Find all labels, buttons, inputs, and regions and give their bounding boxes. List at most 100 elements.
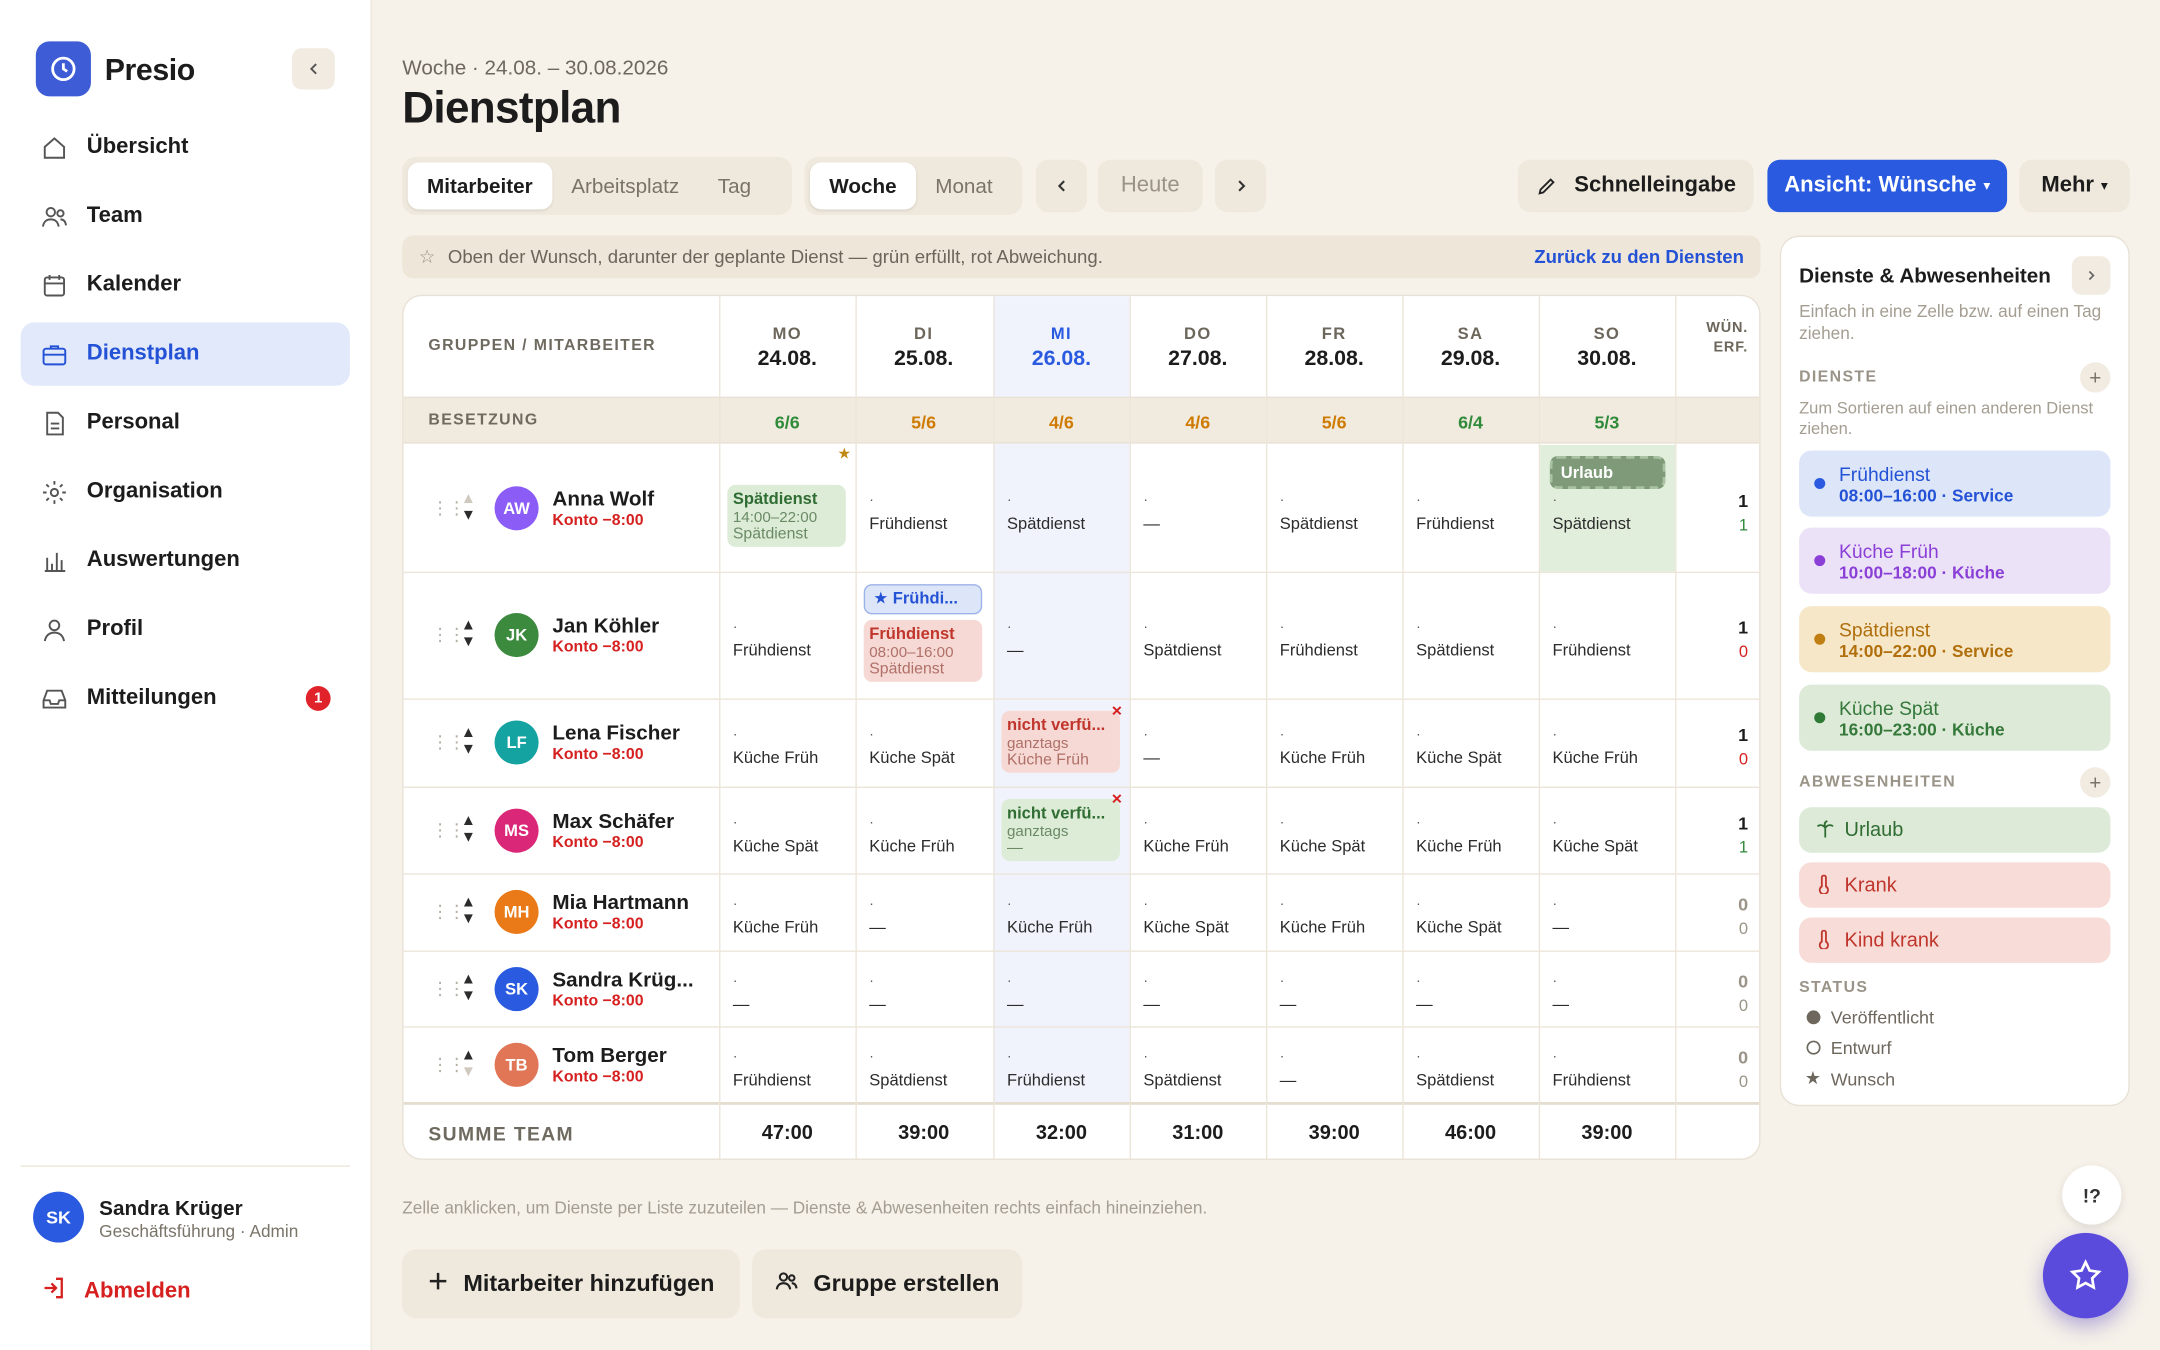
- day-header[interactable]: FR 28.08.: [1266, 296, 1402, 397]
- move-up-icon[interactable]: ▲: [459, 490, 478, 507]
- shift-cell[interactable]: · Frühdienst: [1402, 493, 1538, 532]
- sidebar-item-personal[interactable]: Personal: [21, 391, 350, 454]
- employee-name[interactable]: Mia Hartmann: [552, 891, 689, 914]
- add-employee-button[interactable]: Mitarbeiter hinzufügen: [402, 1249, 740, 1319]
- move-down-icon[interactable]: ▼: [459, 911, 478, 928]
- sidebar-item-organisation[interactable]: Organisation: [21, 460, 350, 523]
- shift-cell[interactable]: · Frühdienst: [1539, 621, 1675, 660]
- shift-cell[interactable]: · Küche Früh: [719, 728, 855, 767]
- sidebar-item-kalender[interactable]: Kalender: [21, 253, 350, 316]
- shift-cell[interactable]: · Spätdienst: [1539, 493, 1675, 532]
- move-up-icon[interactable]: ▲: [459, 970, 478, 987]
- avatar[interactable]: SK: [494, 966, 539, 1011]
- shift-cell[interactable]: · Frühdienst: [1266, 621, 1402, 660]
- add-absence-button[interactable]: +: [2080, 767, 2111, 798]
- day-header[interactable]: DO 27.08.: [1130, 296, 1266, 397]
- wish-pill[interactable]: nicht verfü... ganztags Küche Früh: [1001, 710, 1120, 773]
- move-up-icon[interactable]: ▲: [459, 812, 478, 829]
- previous-week-button[interactable]: [1035, 159, 1087, 213]
- shift-cell[interactable]: · —: [855, 897, 991, 936]
- shift-cell[interactable]: · Küche Früh: [1266, 728, 1402, 767]
- tab-tag[interactable]: Tag: [699, 163, 771, 210]
- shift-cell[interactable]: · —: [1402, 974, 1538, 1013]
- shift-cell[interactable]: · —: [993, 621, 1129, 660]
- shift-cell[interactable]: · Küche Spät: [1266, 816, 1402, 855]
- shift-cell[interactable]: · —: [1266, 1050, 1402, 1089]
- shift-cell[interactable]: · Frühdienst: [719, 621, 855, 660]
- next-week-button[interactable]: [1215, 159, 1266, 213]
- shift-cell[interactable]: · Spätdienst: [1266, 493, 1402, 532]
- shift-cell[interactable]: · Küche Spät: [719, 816, 855, 855]
- shift-cell[interactable]: · Küche Spät: [1130, 897, 1266, 936]
- employee-name[interactable]: Tom Berger: [552, 1043, 666, 1066]
- shift-cell[interactable]: · Spätdienst: [1402, 621, 1538, 660]
- shift-cell[interactable]: · Küche Früh: [993, 897, 1129, 936]
- shift-cell[interactable]: · Spätdienst: [855, 1050, 991, 1089]
- sidebar-item-übersicht[interactable]: Übersicht: [21, 116, 350, 179]
- shift-template-küche-früh[interactable]: Küche Früh 10:00–18:00 · Küche: [1799, 527, 2111, 594]
- shift-cell[interactable]: · —: [1539, 897, 1675, 936]
- day-header[interactable]: MO 24.08.: [719, 296, 855, 397]
- shift-cell[interactable]: · —: [1130, 974, 1266, 1013]
- view-dropdown-button[interactable]: Ansicht: Wünsche ▾: [1767, 159, 2008, 213]
- sidebar-item-dienstplan[interactable]: Dienstplan: [20, 322, 350, 386]
- shift-cell[interactable]: · Küche Früh: [855, 816, 991, 855]
- employee-name[interactable]: Max Schäfer: [552, 809, 674, 832]
- shift-cell[interactable]: · —: [1266, 974, 1402, 1013]
- day-header[interactable]: MI 26.08.: [993, 296, 1129, 397]
- move-down-icon[interactable]: ▼: [459, 829, 478, 846]
- collapse-sidebar-button[interactable]: [292, 48, 335, 90]
- move-up-icon[interactable]: ▲: [459, 1046, 478, 1063]
- shift-cell[interactable]: · Spätdienst: [1402, 1050, 1538, 1089]
- absence-template-urlaub[interactable]: Urlaub: [1799, 807, 2111, 853]
- help-button[interactable]: !?: [2062, 1165, 2122, 1225]
- move-down-icon[interactable]: ▼: [459, 741, 478, 758]
- avatar[interactable]: MH: [494, 889, 539, 934]
- shift-cell[interactable]: · Frühdienst: [993, 1050, 1129, 1089]
- avatar[interactable]: MS: [494, 807, 539, 853]
- shift-template-frühdienst[interactable]: Frühdienst 08:00–16:00 · Service: [1799, 450, 2111, 517]
- tab-monat[interactable]: Monat: [916, 163, 1012, 210]
- assigned-pill[interactable]: Frühdienst 08:00–16:00 Spätdienst: [863, 619, 983, 682]
- absence-template-krank[interactable]: Krank: [1799, 862, 2111, 908]
- add-shift-button[interactable]: +: [2080, 362, 2111, 393]
- shift-cell[interactable]: · Frühdienst: [719, 1050, 855, 1089]
- back-to-shifts-link[interactable]: Zurück zu den Diensten: [1534, 247, 1744, 268]
- shift-cell[interactable]: · —: [719, 974, 855, 1013]
- avatar[interactable]: AW: [494, 485, 539, 530]
- shift-template-küche-spät[interactable]: Küche Spät 16:00–23:00 · Küche: [1799, 684, 2111, 751]
- move-down-icon[interactable]: ▼: [459, 634, 478, 651]
- shift-cell[interactable]: · Küche Früh: [1402, 816, 1538, 855]
- shift-cell[interactable]: · Küche Spät: [1402, 728, 1538, 767]
- more-menu-button[interactable]: Mehr ▾: [2019, 159, 2130, 213]
- day-header[interactable]: SA 29.08.: [1402, 296, 1538, 397]
- wish-pill[interactable]: Spätdienst 14:00–22:00 Spätdienst: [727, 484, 846, 547]
- avatar[interactable]: TB: [494, 1042, 539, 1087]
- panel-collapse-button[interactable]: [2071, 256, 2111, 295]
- shift-cell[interactable]: · Spätdienst: [993, 493, 1129, 532]
- move-down-icon[interactable]: ▼: [459, 987, 478, 1004]
- avatar[interactable]: LF: [494, 720, 539, 765]
- shift-cell[interactable]: · Frühdienst: [1539, 1050, 1675, 1089]
- shift-cell[interactable]: · —: [993, 974, 1129, 1013]
- shift-cell[interactable]: · —: [1539, 974, 1675, 1013]
- today-button[interactable]: Heute: [1097, 159, 1203, 213]
- sidebar-item-mitteilungen[interactable]: Mitteilungen 1: [21, 667, 350, 730]
- sidebar-item-profil[interactable]: Profil: [21, 598, 350, 661]
- tab-arbeitsplatz[interactable]: Arbeitsplatz: [552, 163, 699, 210]
- day-header[interactable]: DI 25.08.: [855, 296, 991, 397]
- employee-name[interactable]: Anna Wolf: [552, 487, 654, 510]
- employee-name[interactable]: Sandra Krüg...: [552, 968, 693, 991]
- sidebar-item-team[interactable]: Team: [21, 185, 350, 248]
- wish-fab-button[interactable]: [2042, 1232, 2129, 1319]
- wish-pill[interactable]: ★ Frühdi...: [863, 584, 983, 615]
- shift-cell[interactable]: · Küche Früh: [1266, 897, 1402, 936]
- leave-badge[interactable]: Urlaub: [1549, 455, 1666, 490]
- shift-cell[interactable]: · Küche Früh: [1539, 728, 1675, 767]
- remove-icon[interactable]: ×: [1112, 788, 1122, 809]
- shift-cell[interactable]: · Küche Früh: [719, 897, 855, 936]
- move-down-icon[interactable]: ▼: [459, 1063, 478, 1080]
- shift-cell[interactable]: · Küche Spät: [855, 728, 991, 767]
- move-up-icon[interactable]: ▲: [459, 725, 478, 742]
- employee-name[interactable]: Jan Köhler: [552, 614, 659, 637]
